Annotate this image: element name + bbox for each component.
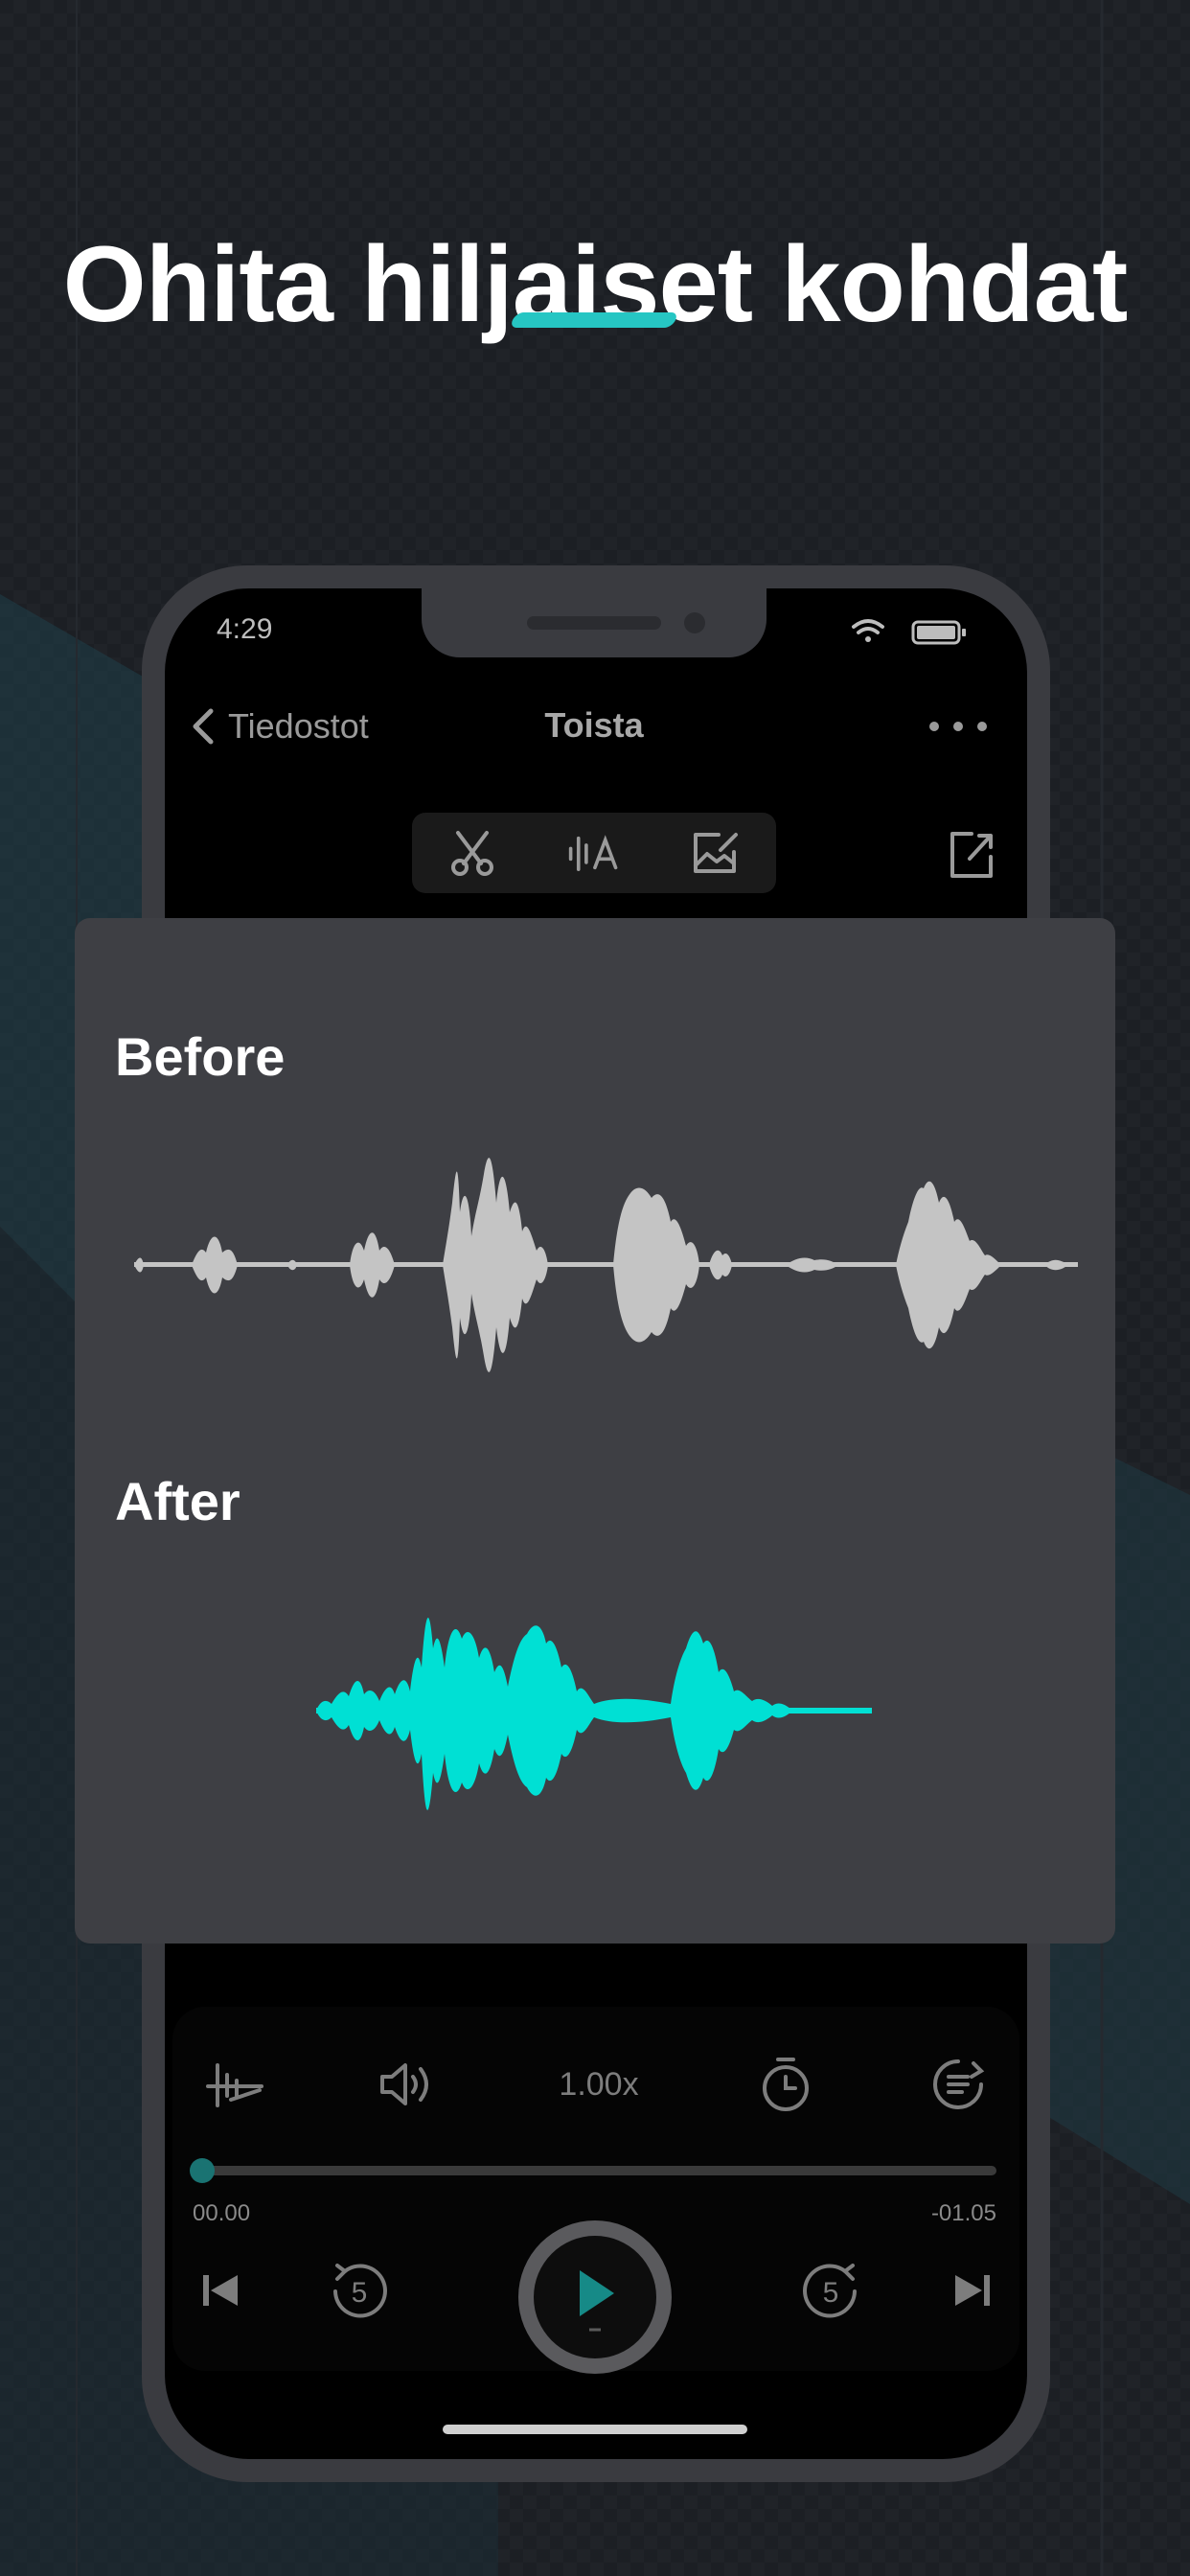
wifi-icon: [852, 619, 884, 642]
waveform-after: [316, 1617, 872, 1810]
share-icon[interactable]: [945, 828, 998, 882]
skip-silence-icon[interactable]: [201, 2051, 268, 2118]
headline: Ohita hiljaiset kohdat: [62, 224, 1129, 344]
waveform-before: [134, 1158, 1078, 1372]
sleep-timer-icon[interactable]: [752, 2051, 819, 2118]
status-icons: [852, 619, 966, 645]
play-icon[interactable]: [572, 2266, 620, 2334]
previous-icon[interactable]: [192, 2262, 249, 2319]
edit-image-icon[interactable]: [689, 826, 743, 880]
waveform-text-icon[interactable]: [567, 826, 621, 880]
after-label: After: [115, 1471, 240, 1531]
chevron-left-icon: [193, 708, 214, 745]
notch-camera: [684, 612, 705, 633]
chapters-icon[interactable]: [925, 2051, 992, 2118]
edit-toolbar: [412, 813, 776, 893]
status-time: 4:29: [217, 613, 273, 645]
player-controls-row: 1.00x: [192, 2051, 1001, 2118]
rewind-5-icon[interactable]: 5: [326, 2258, 393, 2325]
back-label: Tiedostot: [228, 706, 369, 746]
speed-button[interactable]: 1.00x: [537, 2051, 661, 2118]
notch-speaker: [527, 616, 661, 630]
before-label: Before: [115, 1026, 286, 1087]
svg-text:5: 5: [823, 2277, 839, 2309]
svg-text:5: 5: [352, 2277, 368, 2309]
progress-knob[interactable]: [190, 2158, 215, 2183]
more-dots-icon[interactable]: [929, 709, 987, 744]
volume-icon[interactable]: [372, 2051, 439, 2118]
home-indicator: [443, 2425, 747, 2434]
headline-underline: [509, 312, 679, 328]
nav-title: Toista: [544, 705, 644, 745]
progress-track[interactable]: [201, 2166, 996, 2175]
forward-5-icon[interactable]: 5: [797, 2258, 864, 2325]
battery-icon: [911, 620, 966, 645]
scissors-icon[interactable]: [446, 826, 499, 880]
back-button[interactable]: Tiedostot: [190, 702, 369, 751]
next-icon[interactable]: [944, 2262, 1001, 2319]
